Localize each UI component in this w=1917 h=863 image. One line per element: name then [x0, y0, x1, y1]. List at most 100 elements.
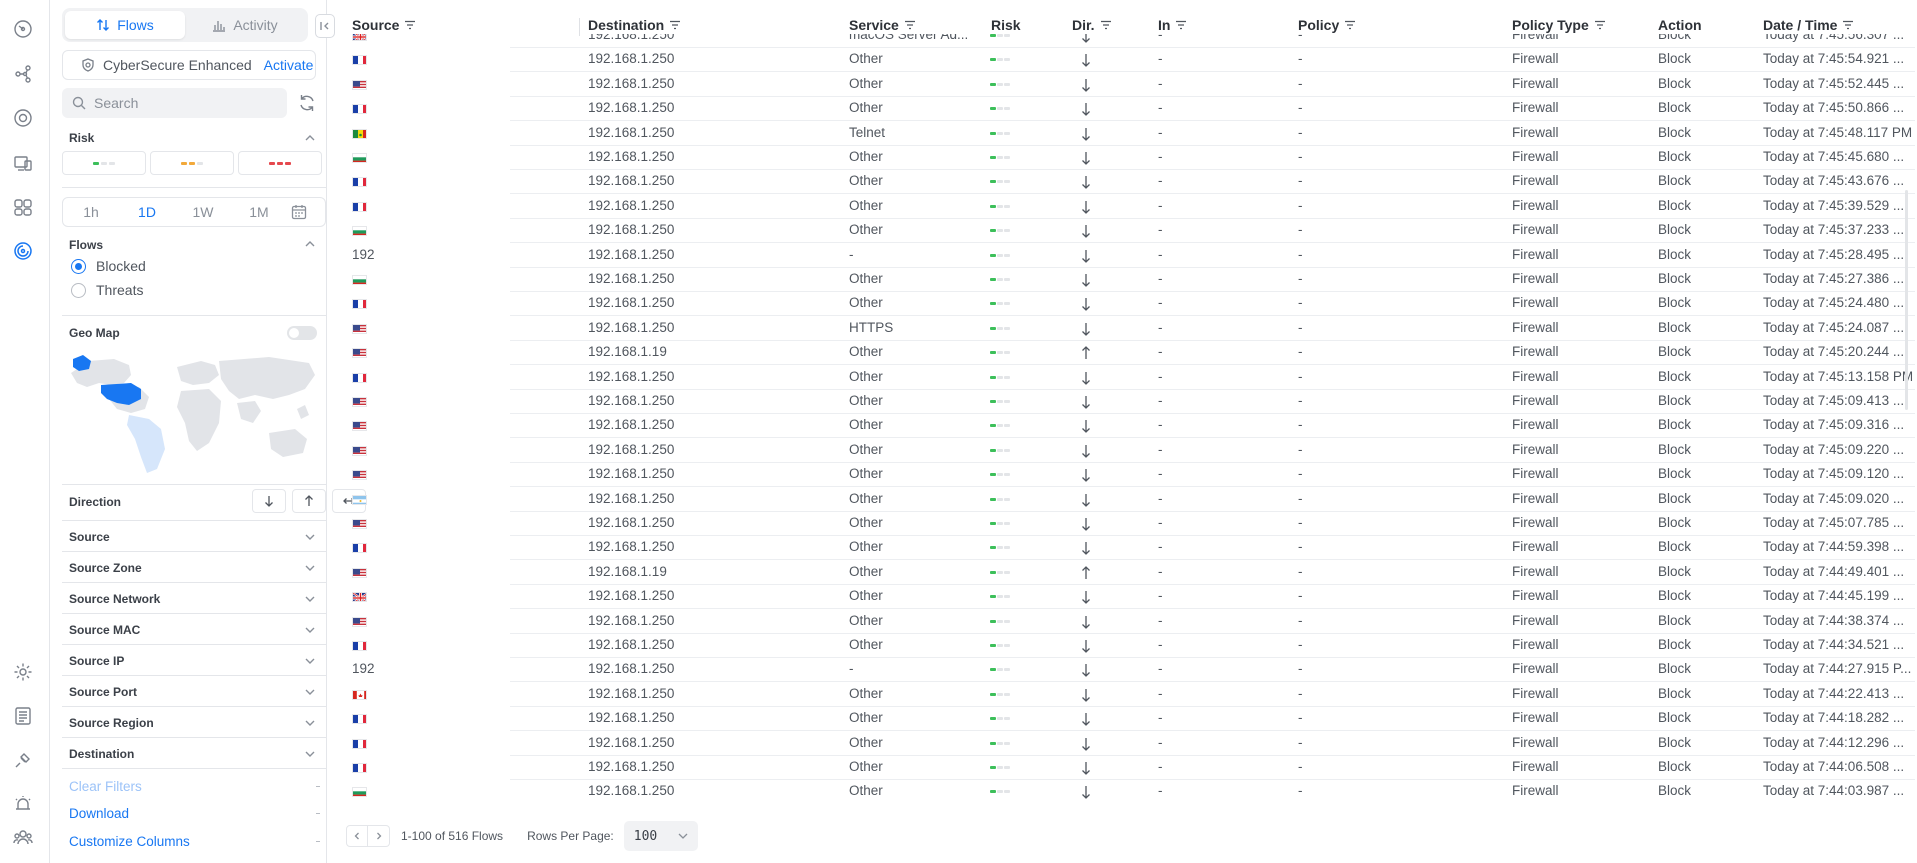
filter-icon[interactable] — [1100, 20, 1112, 30]
chevron-down-icon[interactable] — [304, 593, 316, 605]
table-row[interactable]: 192.168.1.250 Telnet - - Firewall Block Today … — [335, 122, 1915, 146]
chevron-down-icon[interactable] — [304, 655, 316, 667]
chevron-down-icon[interactable] — [304, 717, 316, 729]
chevron-down-icon[interactable] — [304, 686, 316, 698]
logs-icon[interactable] — [12, 705, 34, 727]
filter-icon[interactable] — [1344, 20, 1356, 30]
filter-icon[interactable] — [1594, 20, 1606, 30]
time-1w-button[interactable]: 1W — [175, 204, 231, 220]
column-header-date-time[interactable]: Date / Time — [1763, 17, 1854, 33]
filter-icon[interactable] — [1175, 20, 1187, 30]
column-header-policy[interactable]: Policy — [1298, 17, 1356, 33]
table-row[interactable]: 192.168.1.250 Other - - Firewall Block Today a… — [335, 268, 1915, 292]
filter-icon[interactable] — [904, 20, 916, 30]
table-row[interactable]: 192.168.1.250 Other - - Firewall Block Today a… — [335, 292, 1915, 317]
collapse-panel-button[interactable] — [315, 14, 335, 38]
table-row[interactable]: 192.168.1.250 Other - - Firewall Block Today a… — [335, 756, 1915, 780]
filter-icon[interactable] — [1842, 20, 1854, 30]
column-header-risk[interactable]: Risk — [991, 17, 1021, 33]
table-row[interactable]: 192 192.168.1.250 - - - Firewall Block Today at… — [335, 244, 1915, 268]
admins-icon[interactable] — [12, 826, 34, 848]
filter-source-network[interactable]: Source Network — [62, 583, 326, 614]
table-row[interactable]: 192.168.1.250 Other - - Firewall Block Today a… — [335, 732, 1915, 756]
table-row[interactable]: 192.168.1.250 HTTPS - - Firewall Block Today a… — [335, 317, 1915, 341]
table-row[interactable]: 192.168.1.250 Other - - Firewall Block Today a… — [335, 512, 1915, 536]
geo-map-toggle[interactable] — [287, 326, 317, 340]
table-row[interactable]: 192.168.1.250 Other - - Firewall Block Today a… — [335, 366, 1915, 390]
table-row[interactable]: 192.168.1.250 Other - - Firewall Block Today a… — [335, 195, 1915, 219]
column-header-dir[interactable]: Dir. — [1072, 17, 1112, 33]
risk-high-button[interactable] — [238, 151, 322, 175]
table-row[interactable]: 192.168.1.250 Other - - Firewall Block Today a… — [335, 219, 1915, 244]
wifi-icon[interactable] — [12, 107, 34, 129]
filter-source[interactable]: Source — [62, 521, 326, 552]
integrations-icon[interactable] — [12, 749, 34, 771]
table-row[interactable]: 192.168.1.250 Other - - Firewall Block Today a… — [335, 463, 1915, 488]
customize-columns-link[interactable]: Customize Columns — [69, 834, 190, 849]
insights-icon[interactable] — [12, 240, 34, 262]
alarm-icon[interactable] — [12, 793, 34, 815]
table-row[interactable]: 192.168.1.250 macOS Server Ad... - - Firewal… — [335, 34, 1915, 48]
table-row[interactable]: 192.168.1.250 Other - - Firewall Block Today a… — [335, 780, 1915, 802]
column-header-source[interactable]: Source — [352, 17, 416, 33]
table-row[interactable]: 192.168.1.250 Other - - Firewall Block Today a… — [335, 488, 1915, 512]
table-row[interactable]: 192.168.1.250 Other - - Firewall Block Today a… — [335, 97, 1915, 122]
time-1d-button[interactable]: 1D — [119, 204, 175, 220]
time-1h-button[interactable]: 1h — [63, 204, 119, 220]
chevron-down-icon[interactable] — [304, 531, 316, 543]
rows-per-page-select[interactable]: 100 — [623, 821, 698, 851]
table-row[interactable]: 192.168.1.250 Other - - Firewall Block Today a… — [335, 146, 1915, 170]
column-header-action[interactable]: Action — [1658, 17, 1702, 33]
column-header-service[interactable]: Service — [849, 17, 916, 33]
dashboard-icon[interactable] — [12, 18, 34, 40]
table-row[interactable]: 192.168.1.19 Other - - Firewall Block Today at… — [335, 341, 1915, 366]
table-row[interactable]: 192.168.1.250 Other - - Firewall Block Today a… — [335, 390, 1915, 414]
chevron-down-icon[interactable] — [304, 624, 316, 636]
search-input[interactable] — [94, 95, 274, 111]
table-row[interactable]: 192.168.1.19 Other - - Firewall Block Today at… — [335, 561, 1915, 585]
time-1m-button[interactable]: 1M — [231, 204, 287, 220]
table-row[interactable]: 192.168.1.250 Other - - Firewall Block Today a… — [335, 536, 1915, 561]
download-link[interactable]: Download — [69, 806, 129, 821]
activate-link[interactable]: Activate — [264, 57, 314, 73]
filter-source-region[interactable]: Source Region — [62, 707, 326, 738]
filter-icon[interactable] — [669, 20, 681, 30]
filter-source-zone[interactable]: Source Zone — [62, 552, 326, 583]
table-row[interactable]: 192 192.168.1.250 - - - Firewall Block Today at… — [335, 658, 1915, 683]
scrollbar[interactable] — [1905, 190, 1908, 410]
clear-filters-link[interactable]: Clear Filters — [69, 779, 142, 794]
filter-source-port[interactable]: Source Port — [62, 676, 326, 707]
direction-out-button[interactable] — [292, 489, 326, 513]
table-row[interactable]: 192.168.1.250 Other - - Firewall Block Today a… — [335, 585, 1915, 610]
table-row[interactable]: 192.168.1.250 Other - - Firewall Block Today a… — [335, 73, 1915, 97]
settings-icon[interactable] — [12, 661, 34, 683]
filter-destination[interactable]: Destination — [62, 738, 326, 769]
calendar-icon[interactable] — [291, 204, 307, 220]
direction-in-button[interactable] — [252, 489, 286, 513]
risk-low-button[interactable] — [62, 151, 146, 175]
column-header-destination[interactable]: Destination — [588, 17, 681, 33]
table-row[interactable]: 192.168.1.250 Other - - Firewall Block Today a… — [335, 48, 1915, 73]
chevron-up-icon[interactable] — [304, 238, 316, 250]
column-header-in[interactable]: In — [1158, 17, 1187, 33]
filter-icon[interactable] — [404, 20, 416, 30]
chevron-up-icon[interactable] — [304, 132, 316, 144]
table-row[interactable]: 192.168.1.250 Other - - Firewall Block Today a… — [335, 683, 1915, 707]
column-header-policy-type[interactable]: Policy Type — [1512, 17, 1606, 33]
devices-icon[interactable] — [12, 152, 34, 174]
tab-activity[interactable]: Activity — [185, 11, 305, 39]
refresh-icon[interactable] — [297, 93, 317, 113]
chevron-down-icon[interactable] — [304, 562, 316, 574]
prev-page-button[interactable] — [346, 825, 368, 847]
tab-flows[interactable]: Flows — [65, 11, 185, 39]
radio-threats[interactable]: Threats — [71, 282, 143, 298]
table-row[interactable]: 192.168.1.250 Other - - Firewall Block Today a… — [335, 170, 1915, 195]
radio-circle[interactable] — [71, 282, 86, 298]
radio-circle[interactable] — [71, 258, 86, 274]
chevron-down-icon[interactable] — [304, 748, 316, 760]
table-row[interactable]: 192.168.1.250 Other - - Firewall Block Today a… — [335, 610, 1915, 634]
table-row[interactable]: 192.168.1.250 Other - - Firewall Block Today a… — [335, 634, 1915, 658]
risk-medium-button[interactable] — [150, 151, 234, 175]
table-row[interactable]: 192.168.1.250 Other - - Firewall Block Today a… — [335, 439, 1915, 463]
filter-source-mac[interactable]: Source MAC — [62, 614, 326, 645]
